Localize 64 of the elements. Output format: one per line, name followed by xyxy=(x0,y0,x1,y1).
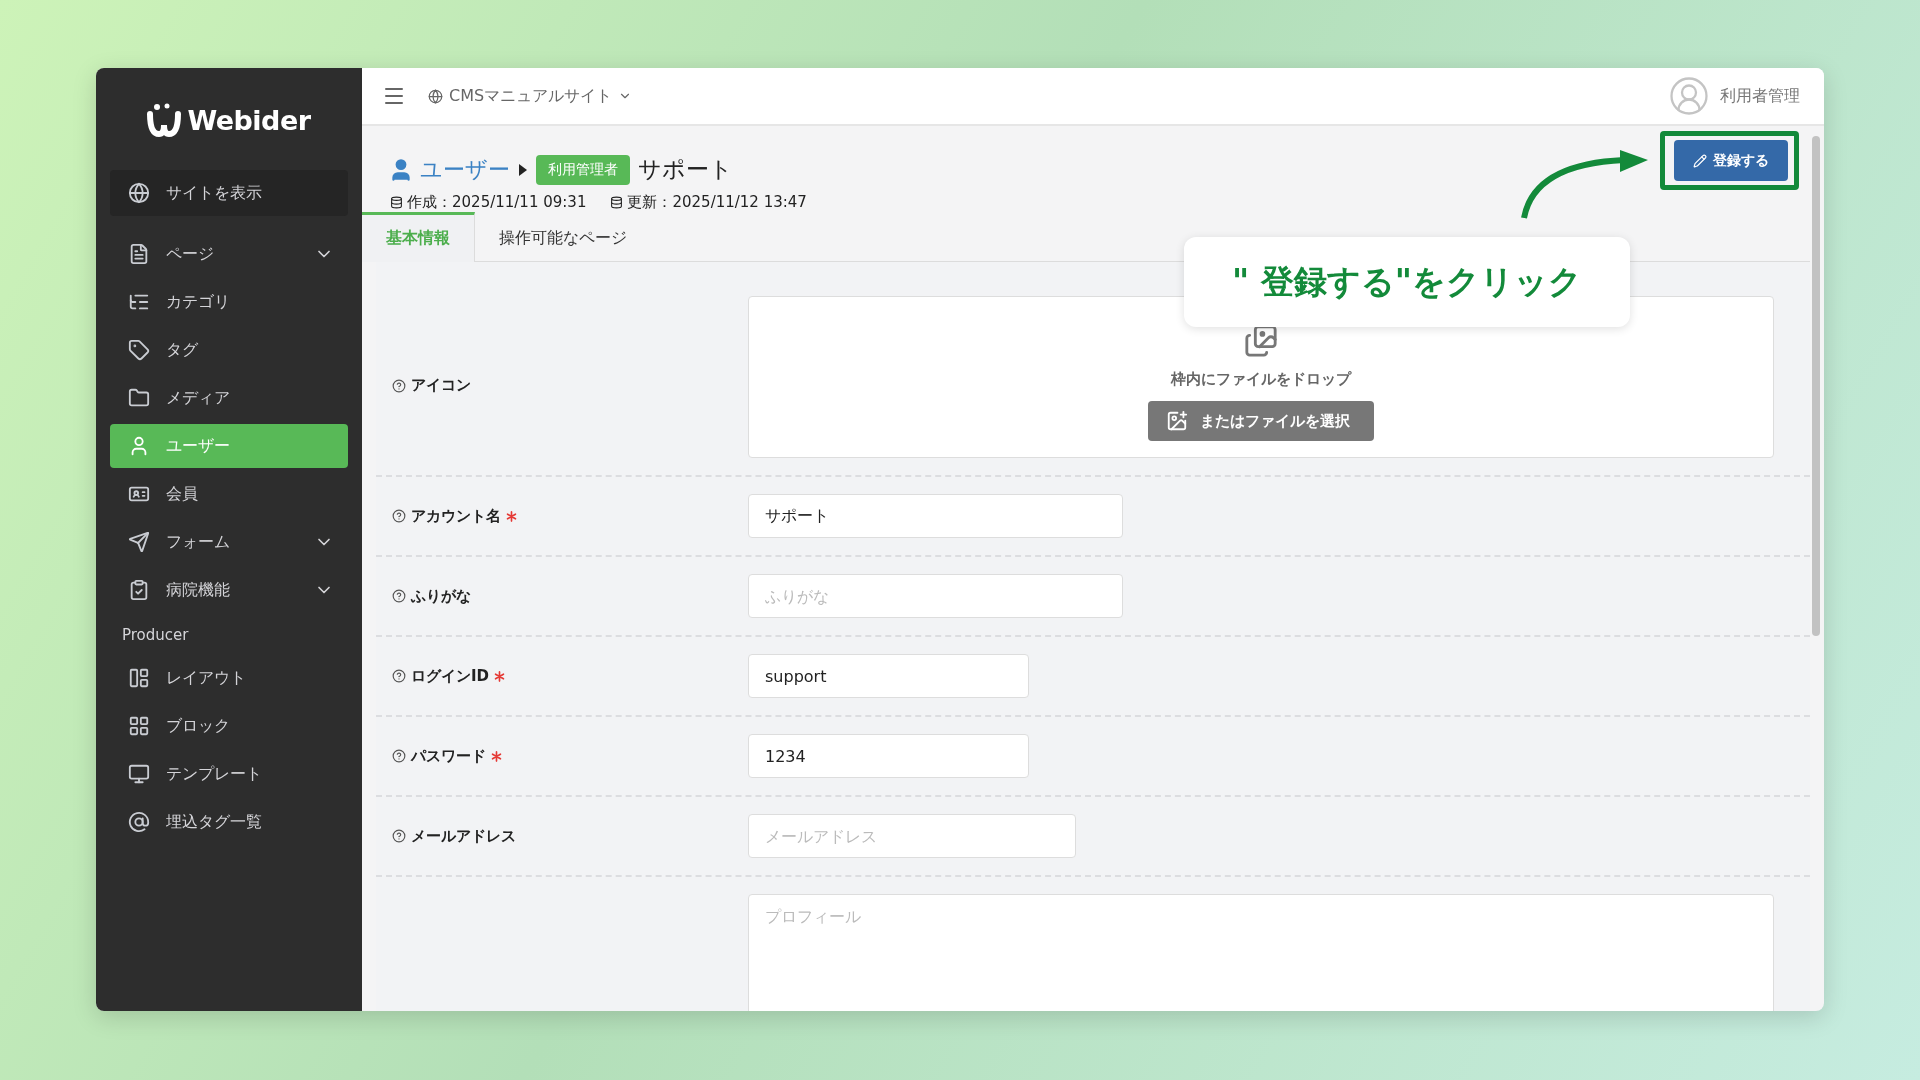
section-label: Producer xyxy=(121,625,190,646)
grid-icon xyxy=(128,715,150,737)
input-field[interactable]: サポート xyxy=(748,494,1123,538)
sidebar-item[interactable]: メディア xyxy=(110,376,348,420)
tab[interactable]: 操作可能なページ xyxy=(475,212,652,262)
pencil-icon xyxy=(1693,153,1707,168)
help-icon xyxy=(392,749,406,763)
help-icon xyxy=(392,509,406,523)
at-sign-icon xyxy=(128,811,150,833)
sidebar-item[interactable]: 会員 xyxy=(110,472,348,516)
monitor-icon xyxy=(128,763,150,785)
images-icon xyxy=(1244,324,1278,358)
field-label: パスワード xyxy=(411,746,486,766)
help-icon xyxy=(392,829,406,843)
site-selector[interactable]: CMSマニュアルサイト xyxy=(428,85,1646,107)
image-plus-icon xyxy=(1166,410,1188,432)
sidebar-item[interactable]: 病院機能 xyxy=(110,568,348,612)
user-menu[interactable]: 利用者管理 xyxy=(1668,75,1800,117)
sidebar-item[interactable]: カテゴリ xyxy=(110,280,348,324)
help-icon xyxy=(392,589,406,603)
sidebar-item[interactable]: タグ xyxy=(110,328,348,372)
database-icon xyxy=(390,196,403,209)
callout-tooltip: " 登録する"をクリック xyxy=(1184,237,1630,327)
role-badge: 利用管理者 xyxy=(536,154,630,185)
save-button[interactable]: 登録する xyxy=(1674,140,1788,181)
layout-icon xyxy=(128,667,150,689)
field-label: メールアドレス xyxy=(411,826,516,846)
sidebar-item[interactable]: テンプレート xyxy=(110,752,348,796)
select-file-button[interactable]: またはファイルを選択 xyxy=(1148,401,1374,441)
field-label: アカウント名 xyxy=(411,506,501,526)
page-title: サポート xyxy=(638,155,733,184)
input-field[interactable]: メールアドレス xyxy=(748,814,1076,858)
globe-icon xyxy=(428,88,443,104)
input-field[interactable]: support xyxy=(748,654,1029,698)
logo-icon xyxy=(147,103,182,137)
drop-text: 枠内にファイルをドロップ xyxy=(1171,370,1351,389)
database-icon xyxy=(610,196,624,209)
profile-field[interactable]: プロフィール xyxy=(748,894,1774,1011)
triangle-right-icon xyxy=(518,162,528,177)
tag-icon xyxy=(128,339,150,361)
scrollbar-thumb[interactable] xyxy=(1812,136,1820,636)
breadcrumb-link[interactable]: ユーザー xyxy=(388,154,510,185)
sidebar-item[interactable]: 埋込タグ一覧 xyxy=(110,800,348,844)
sidebar-item[interactable]: フォーム xyxy=(110,520,348,564)
clipboard-check-icon xyxy=(128,579,150,601)
logo-text: Webider xyxy=(187,104,311,136)
sidebar-item[interactable]: ページ xyxy=(110,232,348,276)
field-label: ログインID xyxy=(411,666,490,686)
folder-icon xyxy=(128,387,150,409)
input-field[interactable]: 1234 xyxy=(748,734,1029,778)
sidebar-item[interactable]: ブロック xyxy=(110,704,348,748)
input-field[interactable]: ふりがな xyxy=(748,574,1123,618)
document-icon xyxy=(128,243,150,265)
help-icon xyxy=(392,669,406,683)
globe-icon xyxy=(128,182,150,204)
sidebar-item[interactable]: レイアウト xyxy=(110,656,348,700)
field-label: アイコン xyxy=(411,376,471,395)
help-icon xyxy=(392,378,406,393)
field-label: ふりがな xyxy=(411,586,471,606)
view-site-link[interactable]: サイトを表示 xyxy=(110,170,348,216)
updated-date: 更新：2025/11/12 13:47 xyxy=(627,193,807,212)
created-date: 作成：2025/11/11 09:31 xyxy=(407,193,587,212)
paper-plane-icon xyxy=(128,531,150,553)
avatar-icon xyxy=(1668,75,1710,117)
